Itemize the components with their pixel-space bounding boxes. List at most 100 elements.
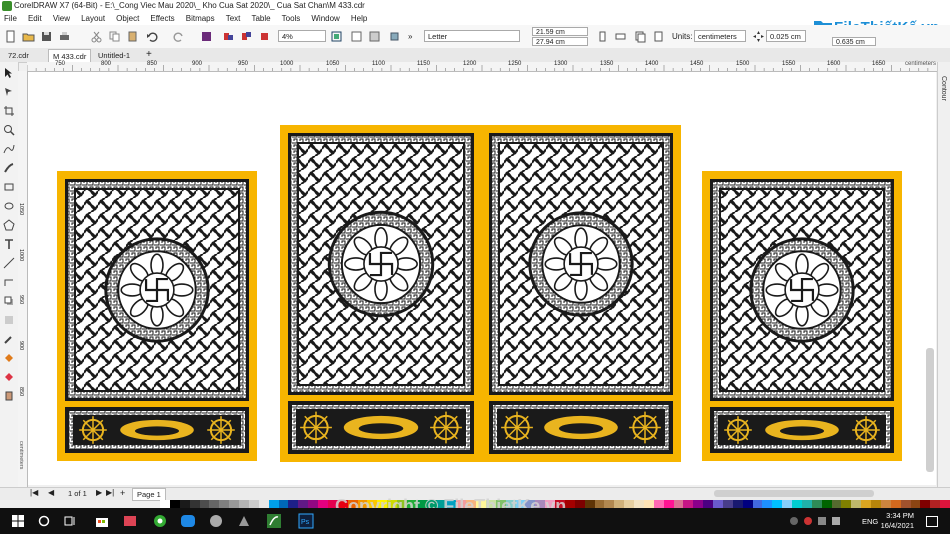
system-tray-icons[interactable] [790,517,840,525]
color-swatch[interactable] [772,500,783,508]
color-swatch[interactable] [851,500,862,508]
zoom-tool-icon[interactable] [3,124,15,136]
color-swatch[interactable] [722,500,733,508]
import-icon[interactable] [200,30,213,43]
print-icon[interactable] [58,30,71,43]
color-swatch[interactable] [624,500,634,508]
color-swatch[interactable] [920,500,931,508]
color-swatch[interactable] [861,500,871,508]
ellipse-tool-icon[interactable] [3,200,15,212]
menu-file[interactable]: File [0,12,21,25]
duplicate-distance-field[interactable]: 0.635 cm [832,37,876,46]
color-swatch[interactable] [742,500,753,508]
redo-icon[interactable] [172,30,185,43]
menu-window[interactable]: Window [307,12,343,25]
page-width-field[interactable]: 21.59 cm [532,27,588,36]
paper-size-select[interactable]: Letter [424,30,520,42]
coreldraw-taskbar-icon[interactable] [266,513,282,529]
open-folder-icon[interactable] [22,30,35,43]
paste-icon[interactable] [126,30,139,43]
color-swatch[interactable] [160,500,170,508]
color-swatch[interactable] [821,500,832,508]
color-swatch[interactable] [900,500,911,508]
menu-bitmaps[interactable]: Bitmaps [182,12,219,25]
color-swatch[interactable] [930,500,941,508]
left-side-door[interactable] [57,171,257,461]
color-swatch[interactable] [179,500,190,508]
text-tool-icon[interactable] [3,238,15,250]
color-swatch[interactable] [752,500,763,508]
color-swatch[interactable] [564,500,575,508]
menu-object[interactable]: Object [112,12,143,25]
color-swatch[interactable] [831,500,842,508]
units-select[interactable]: centimeters [694,30,746,42]
menu-effects[interactable]: Effects [146,12,178,25]
color-swatch[interactable] [189,500,200,508]
task-view-icon[interactable] [62,513,78,529]
save-icon[interactable] [40,30,53,43]
notification-icon[interactable] [926,516,938,527]
color-swatch[interactable] [673,500,684,508]
system-clock[interactable]: 3:34 PM 16/4/2021 [881,511,914,531]
color-swatch[interactable] [298,500,309,508]
menu-view[interactable]: View [49,12,74,25]
zoom-level-field[interactable]: 4% [278,30,326,42]
color-swatch[interactable] [762,500,773,508]
landscape-icon[interactable] [614,30,627,43]
color-swatch[interactable] [910,500,921,508]
app-icon[interactable] [236,513,252,529]
color-swatch[interactable] [940,500,950,508]
store-icon[interactable] [94,513,110,529]
color-swatch[interactable] [594,500,605,508]
application-launcher-icon[interactable] [258,30,271,43]
snap-to-icon[interactable] [368,30,381,43]
color-swatch[interactable] [782,500,792,508]
color-swatch[interactable] [713,500,723,508]
menu-tools[interactable]: Tools [278,12,305,25]
portrait-icon[interactable] [596,30,609,43]
rectangle-tool-icon[interactable] [3,181,15,193]
export-icon[interactable] [222,30,235,43]
menu-edit[interactable]: Edit [24,12,46,25]
horizontal-scrollbar[interactable] [714,490,874,497]
zalo-icon[interactable] [180,513,196,529]
photoshop-icon[interactable]: Ps [298,513,314,529]
tab-72-cdr[interactable]: 72.cdr [4,49,33,62]
color-swatch[interactable] [318,500,328,508]
color-swatch[interactable] [634,500,644,508]
right-side-door[interactable] [702,171,902,461]
page-height-field[interactable]: 27.94 cm [532,37,588,46]
outline-pen-icon[interactable] [3,390,15,402]
add-page-icon[interactable]: + [120,488,125,498]
color-swatch[interactable] [239,500,249,508]
smart-fill-icon[interactable] [3,371,15,383]
color-swatch[interactable] [288,500,299,508]
undo-icon[interactable] [146,30,159,43]
color-swatch[interactable] [229,500,239,508]
color-swatch[interactable] [248,500,259,508]
color-swatch[interactable] [278,500,289,508]
eyedropper-icon[interactable] [3,333,15,345]
drawing-canvas[interactable] [28,72,936,485]
color-swatch[interactable] [841,500,852,508]
freehand-tool-icon[interactable] [3,143,15,155]
menu-text[interactable]: Text [222,12,245,25]
color-swatch[interactable] [693,500,704,508]
crop-tool-icon[interactable] [3,105,15,117]
show-rulers-icon[interactable] [350,30,363,43]
color-swatch[interactable] [703,500,713,508]
color-swatch[interactable] [308,500,318,508]
photos-icon[interactable] [122,513,138,529]
drop-shadow-icon[interactable] [3,295,15,307]
color-swatch[interactable] [219,500,230,508]
color-swatch[interactable] [614,500,625,508]
color-swatch[interactable] [268,500,279,508]
prev-page-icon[interactable]: ◀ [48,488,54,497]
first-page-icon[interactable]: |◀ [30,488,38,497]
color-swatch[interactable] [604,500,615,508]
input-language[interactable]: ENG [862,517,878,526]
color-swatch[interactable] [653,500,664,508]
copy-icon[interactable] [108,30,121,43]
more-options-chevron-icon[interactable]: » [408,30,412,43]
color-swatch[interactable] [584,500,595,508]
